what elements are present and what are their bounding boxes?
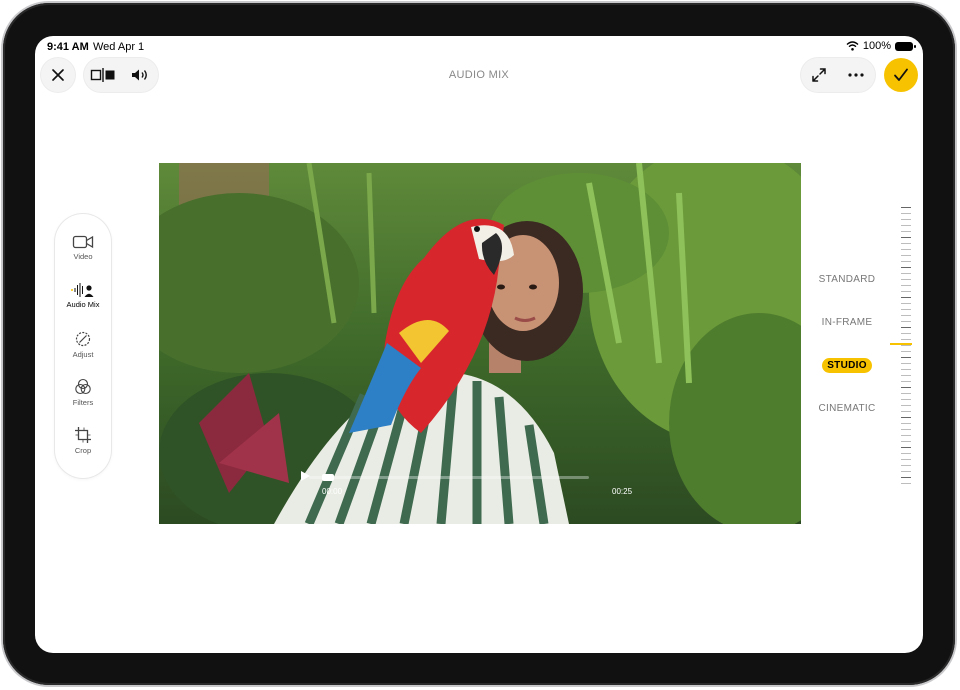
page-title: AUDIO MIX: [448, 69, 510, 81]
crop-icon: [75, 427, 91, 443]
slider-tick: [901, 327, 911, 328]
slider-tick: [901, 399, 911, 400]
slider-tick: [901, 237, 911, 238]
slider-tick: [901, 297, 911, 298]
slider-tick: [901, 291, 911, 292]
slider-tick: [901, 465, 911, 466]
slider-tick: [901, 411, 911, 412]
mode-standard[interactable]: STANDARD: [805, 274, 889, 285]
intensity-slider[interactable]: [901, 207, 911, 484]
slider-tick: [901, 213, 911, 214]
slider-tick: [901, 273, 911, 274]
tool-adjust[interactable]: Adjust: [55, 330, 111, 359]
slider-tick: [901, 255, 911, 256]
screen: 9:41 AM Wed Apr 1 100% AUDIO MIX Video A…: [35, 36, 923, 653]
slider-tick: [901, 309, 911, 310]
slider-tick: [901, 231, 911, 232]
tool-filters-label: Filters: [72, 398, 94, 407]
tool-video-label: Video: [73, 252, 93, 261]
slider-tick: [901, 447, 911, 448]
slider-tick: [901, 267, 911, 268]
tool-filters[interactable]: Filters: [55, 378, 111, 407]
slider-tick: [901, 483, 911, 484]
time-end: 00:25: [612, 487, 633, 496]
slider-tick: [901, 249, 911, 250]
slider-tick: [901, 381, 911, 382]
slider-tick: [901, 363, 911, 364]
filters-icon: [75, 378, 91, 395]
mode-studio-label: STUDIO: [822, 358, 872, 373]
ellipsis-icon: [848, 73, 864, 77]
slider-tick: [901, 441, 911, 442]
slider-tick: [901, 333, 911, 334]
top-right-controls: [801, 58, 875, 92]
slider-tick: [901, 345, 911, 346]
scrubber-track[interactable]: [309, 476, 589, 479]
slider-tick: [901, 357, 911, 358]
scrubber-handle[interactable]: [322, 474, 334, 481]
slider-tick: [901, 423, 911, 424]
slider-tick: [901, 315, 911, 316]
tool-audio-mix-label: Audio Mix: [66, 300, 100, 309]
slider-tick: [901, 225, 911, 226]
slider-tick: [901, 459, 911, 460]
more-button[interactable]: [837, 73, 875, 77]
status-date: Wed Apr 1: [93, 41, 145, 53]
done-button[interactable]: [884, 58, 918, 92]
intensity-slider-marker[interactable]: [890, 343, 912, 345]
slider-tick: [901, 471, 911, 472]
mode-in-frame[interactable]: IN-FRAME: [805, 317, 889, 328]
slider-tick: [901, 261, 911, 262]
tool-crop[interactable]: Crop: [55, 426, 111, 455]
slider-tick: [901, 303, 911, 304]
slider-tick: [901, 219, 911, 220]
tool-audio-mix[interactable]: Audio Mix: [55, 282, 111, 309]
slider-tick: [901, 321, 911, 322]
tool-video[interactable]: Video: [55, 234, 111, 261]
fullscreen-button[interactable]: [801, 67, 837, 83]
slider-tick: [901, 477, 911, 478]
slider-tick: [901, 369, 911, 370]
status-indicators: 100%: [846, 40, 916, 52]
checkmark-icon: [894, 68, 908, 81]
tool-crop-label: Crop: [74, 446, 92, 455]
mode-studio[interactable]: STUDIO: [805, 358, 889, 373]
slider-tick: [901, 207, 911, 208]
battery-icon: [895, 41, 916, 51]
slider-tick: [901, 393, 911, 394]
slider-tick: [901, 405, 911, 406]
slider-tick: [901, 417, 911, 418]
time-start: 00:00: [322, 487, 343, 496]
wifi-icon: [846, 41, 859, 51]
video-camera-icon: [72, 235, 94, 249]
mode-cinematic[interactable]: CINEMATIC: [805, 403, 889, 414]
slider-tick: [901, 279, 911, 280]
mode-in-frame-label: IN-FRAME: [821, 317, 873, 328]
slider-tick: [901, 453, 911, 454]
tool-adjust-label: Adjust: [72, 350, 94, 359]
slider-tick: [901, 387, 911, 388]
video-frame-image: [159, 163, 801, 524]
status-time: 9:41 AM: [47, 41, 89, 53]
slider-tick: [901, 351, 911, 352]
battery-percent: 100%: [862, 40, 891, 52]
adjust-dial-icon: [75, 331, 91, 347]
slider-tick: [901, 375, 911, 376]
slider-tick: [901, 435, 911, 436]
slider-tick: [901, 339, 911, 340]
slider-tick: [901, 285, 911, 286]
expand-icon: [812, 68, 826, 82]
slider-tick: [901, 243, 911, 244]
mode-standard-label: STANDARD: [818, 274, 876, 285]
edit-toolbar: Video Audio Mix Adjust Filters Crop: [55, 214, 111, 478]
slider-tick: [901, 429, 911, 430]
video-preview[interactable]: 00:00 00:25: [159, 163, 801, 524]
audio-mix-icon: [71, 283, 94, 297]
mode-cinematic-label: CINEMATIC: [818, 403, 876, 414]
